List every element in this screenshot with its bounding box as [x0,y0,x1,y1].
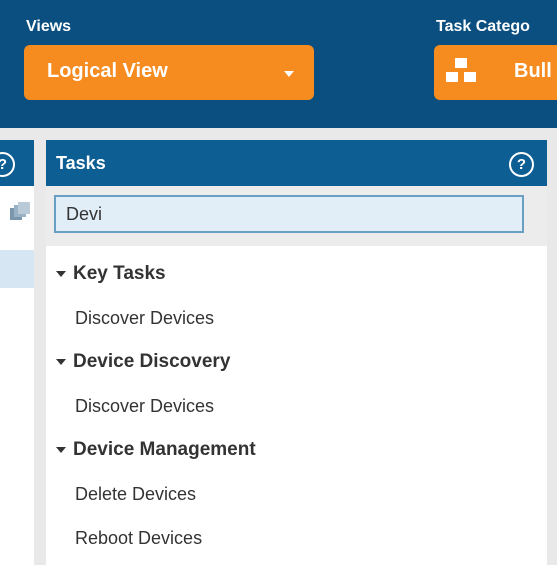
task-search-input[interactable] [54,195,524,233]
top-toolbar: Views Logical View Task Catego Bull [0,0,557,128]
task-category-button-label: Bull [514,60,552,82]
tasks-title: Tasks [56,153,106,173]
expanded-triangle-icon [56,271,66,277]
question-circle-icon[interactable]: ? [0,152,15,177]
task-item-delete-devices[interactable]: Delete Devices [46,472,547,516]
expanded-triangle-icon [56,359,66,365]
views-label: Views [26,18,72,35]
group-label: Device Management [73,439,256,460]
view-selector-button[interactable]: Logical View [24,45,314,100]
search-bar [46,186,547,246]
left-selected-row[interactable] [0,250,34,288]
hierarchy-icon [446,58,476,82]
tasks-panel: Tasks ? Key Tasks Discover Devices Devic… [46,140,547,565]
caret-down-icon [284,71,294,77]
expanded-triangle-icon [56,447,66,453]
task-category-button[interactable]: Bull [434,45,557,100]
left-panel: ? [0,140,34,565]
stacked-windows-icon[interactable] [10,202,30,222]
question-circle-icon[interactable]: ? [509,152,534,177]
group-header-device-discovery[interactable]: Device Discovery [46,340,547,384]
tasks-panel-header: Tasks ? [46,140,547,186]
view-selector-label: Logical View [47,60,168,82]
group-header-device-management[interactable]: Device Management [46,428,547,472]
group-label: Device Discovery [73,351,231,372]
task-item-discover-devices[interactable]: Discover Devices [46,384,547,428]
task-item-reboot-devices[interactable]: Reboot Devices [46,516,547,560]
task-category-label: Task Catego [436,18,530,35]
task-item-discover-devices[interactable]: Discover Devices [46,296,547,340]
left-panel-header: ? [0,140,34,186]
group-header-key-tasks[interactable]: Key Tasks [46,252,547,296]
task-list: Key Tasks Discover Devices Device Discov… [46,252,547,560]
group-label: Key Tasks [73,263,166,284]
